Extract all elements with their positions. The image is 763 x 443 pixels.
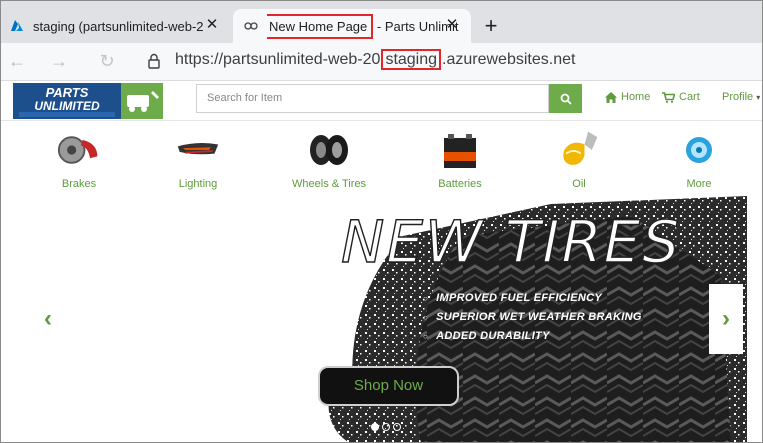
carousel-next-arrow-icon[interactable]: › (709, 284, 743, 354)
lock-icon[interactable] (147, 53, 161, 69)
wheels-icon (307, 128, 351, 172)
brakes-icon (57, 128, 101, 172)
home-icon (605, 91, 617, 103)
url-staging-highlight: staging (381, 49, 442, 70)
profile-menu[interactable]: Profile ▾ (722, 91, 760, 103)
parts-unlimited-logo[interactable]: PARTS UNLIMITED (13, 83, 163, 119)
chevron-down-icon: ▾ (756, 92, 761, 102)
category-label: Oil (572, 178, 586, 190)
home-label: Home (621, 91, 651, 103)
forward-arrow-icon[interactable]: → (49, 51, 69, 71)
url-prefix: https://partsunlimited-web-20 (175, 51, 381, 68)
category-label: Wheels & Tires (292, 178, 366, 190)
carousel-indicators (371, 423, 401, 431)
tab-staging-title: staging (partsunlimited-web-20/ (33, 18, 203, 34)
svg-text:UNLIMITED: UNLIMITED (34, 99, 100, 113)
lighting-icon (176, 128, 220, 172)
url-suffix: .azurewebsites.net (442, 51, 576, 68)
page-icon (244, 22, 258, 30)
new-tab-button[interactable]: + (479, 15, 503, 39)
browser-window: staging (partsunlimited-web-20/ ✕ New Ho… (0, 0, 763, 443)
carousel-dot[interactable] (382, 423, 390, 431)
search-icon (560, 93, 572, 105)
carousel-dot[interactable] (371, 423, 379, 431)
site-header: PARTS UNLIMITED Search for Item Home Car… (1, 81, 762, 121)
oil-icon (557, 128, 601, 172)
hero-title: NEW TIRES (340, 207, 682, 276)
category-label: More (686, 178, 712, 190)
category-lighting[interactable]: Lighting (143, 128, 253, 190)
tab-strip: staging (partsunlimited-web-20/ ✕ New Ho… (1, 1, 762, 43)
svg-text:PARTS: PARTS (46, 85, 89, 100)
close-icon[interactable]: ✕ (445, 17, 459, 32)
battery-icon (438, 128, 482, 172)
hero-bullet: ADDED DURABILITY (423, 330, 642, 342)
hero-bullet: SUPERIOR WET WEATHER BRAKING (423, 311, 642, 323)
more-icon (677, 128, 721, 172)
carousel-dot[interactable] (393, 423, 401, 431)
address-bar[interactable]: https://partsunlimited-web-20 staging .azu… (175, 49, 576, 70)
hero-bullets: IMPROVED FUEL EFFICIENCY SUPERIOR WET WE… (423, 292, 642, 349)
toolbar: ← → ↻ https://partsunlimited-web-20 stagi… (1, 43, 762, 81)
tab-new-home-page[interactable]: New Home Page - Parts Unlimite ✕ (233, 9, 471, 43)
category-wheels-tires[interactable]: Wheels & Tires (274, 128, 384, 190)
category-oil[interactable]: Oil (524, 128, 634, 190)
hero-bullet: IMPROVED FUEL EFFICIENCY (423, 292, 642, 304)
tab-staging[interactable]: staging (partsunlimited-web-20/ ✕ (1, 9, 231, 43)
shop-now-button[interactable]: Shop Now (318, 366, 459, 406)
category-brakes[interactable]: Brakes (24, 128, 134, 190)
category-label: Lighting (178, 178, 218, 190)
category-label: Brakes (61, 178, 97, 190)
hero-carousel: NEW TIRES IMPROVED FUEL EFFICIENCY SUPER… (31, 196, 747, 442)
tab-active-title: New Home Page - Parts Unlimite (267, 13, 459, 39)
refresh-icon[interactable]: ↻ (97, 51, 117, 71)
category-label: Batteries (438, 178, 482, 190)
azure-icon (11, 20, 23, 31)
cart-icon (662, 91, 675, 103)
cart-link[interactable]: Cart (662, 91, 700, 103)
back-arrow-icon[interactable]: ← (7, 51, 27, 71)
search-button[interactable] (549, 84, 582, 113)
category-bar: Brakes Lighting Wheels & Tires Batteries… (1, 122, 762, 194)
home-link[interactable]: Home (605, 91, 650, 103)
category-more[interactable]: More (644, 128, 754, 190)
cart-label: Cart (679, 91, 700, 103)
category-batteries[interactable]: Batteries (405, 128, 515, 190)
carousel-prev-arrow-icon[interactable]: ‹ (31, 284, 65, 354)
profile-label: Profile (722, 91, 754, 103)
search-input[interactable]: Search for Item (196, 84, 549, 113)
close-icon[interactable]: ✕ (205, 17, 219, 32)
tab-title-highlight: New Home Page (267, 13, 374, 39)
